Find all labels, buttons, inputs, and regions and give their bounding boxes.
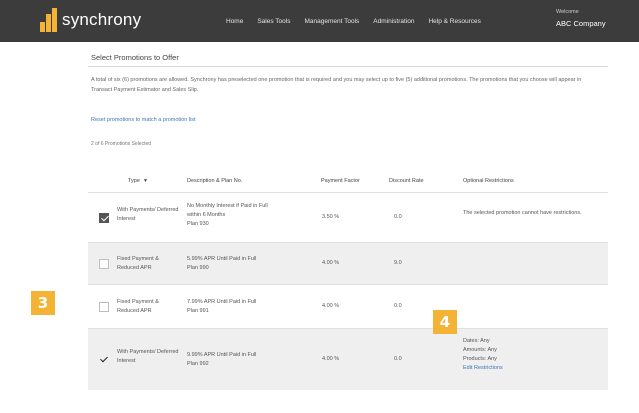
row-type: With Payments/ Deferred Interest (117, 349, 179, 364)
company-name: ABC Company (556, 19, 606, 28)
promotions-table: Type ▼ Description & Plan No. Payment Fac… (88, 170, 608, 390)
page-title: Select Promotions to Offer (91, 53, 179, 62)
nav-sales-tools[interactable]: Sales Tools (257, 18, 290, 25)
table-row: With Payments/ Deferred Interest No Mont… (88, 192, 608, 242)
row-checkbox[interactable] (99, 302, 109, 312)
table-row: With Payments/ Deferred Interest 9.99% A… (88, 328, 608, 390)
row-description: 7.99% APR Until Paid in Full Plan 991 (187, 299, 257, 314)
column-header-payment-factor: Payment Factor (321, 178, 360, 184)
nav-help-resources[interactable]: Help & Resources (428, 18, 480, 25)
row-payment-factor: 4.00 % (322, 356, 340, 362)
table-header: Type ▼ Description & Plan No. Payment Fac… (88, 170, 608, 192)
column-header-description: Description & Plan No. (187, 178, 243, 184)
account-menu[interactable]: Welcome ABC Company (556, 9, 606, 28)
row-payment-factor: 4.00 % (322, 303, 340, 309)
row-payment-factor: 3.50 % (322, 214, 340, 220)
row-type: Fixed Payment & Reduced APR (117, 256, 159, 271)
synchrony-logo[interactable]: synchrony (40, 8, 141, 32)
edit-restrictions-link[interactable]: Edit Restrictions (463, 364, 598, 373)
callout-marker-3: 3 (31, 291, 55, 315)
row-type: Fixed Payment & Reduced APR (117, 299, 159, 314)
welcome-label: Welcome (556, 9, 579, 15)
selected-count: 2 of 6 Promotions Selected (91, 141, 152, 147)
row-discount-rate: 0.0 (394, 356, 402, 362)
column-header-optional-restrictions: Optional Restrictions (463, 178, 514, 184)
row-restrictions: The selected promotion cannot have restr… (463, 210, 582, 216)
row-checkbox[interactable] (99, 213, 109, 223)
table-row: Fixed Payment & Reduced APR 7.99% APR Un… (88, 284, 608, 328)
row-discount-rate: 9.0 (394, 260, 402, 266)
callout-marker-4: 4 (433, 310, 457, 334)
nav-home[interactable]: Home (226, 18, 243, 25)
row-description: 5.99% APR Until Paid in Full Plan 990 (187, 256, 257, 271)
row-checkbox[interactable] (99, 259, 109, 269)
column-header-type[interactable]: Type ▼ (128, 178, 148, 184)
table-row: Fixed Payment & Reduced APR 5.99% APR Un… (88, 242, 608, 284)
row-type: With Payments/ Deferred Interest (117, 207, 179, 222)
row-checkbox[interactable] (99, 355, 109, 365)
synchrony-logo-mark-icon (40, 8, 58, 32)
row-restrictions: Dates: Any Amounts: Any Products: Any Ed… (463, 337, 598, 373)
brand-name: synchrony (62, 10, 142, 29)
main-nav: Home Sales Tools Management Tools Admini… (226, 18, 495, 25)
row-discount-rate: 0.0 (394, 214, 402, 220)
column-header-discount-rate: Discount Rate (389, 178, 424, 184)
intro-text: A total of six (6) promotions are allowe… (91, 77, 582, 93)
row-description: 9.99% APR Until Paid in Full Plan 992 (187, 352, 257, 367)
row-description: No Monthly Interest if Paid in Full with… (187, 203, 268, 227)
row-payment-factor: 4.00 % (322, 260, 340, 266)
reset-promotions-link[interactable]: Reset promotions to match a promotion li… (91, 117, 196, 123)
sort-down-icon: ▼ (142, 178, 148, 184)
row-discount-rate: 0.0 (394, 303, 402, 309)
divider (88, 66, 608, 67)
nav-administration[interactable]: Administration (373, 18, 414, 25)
nav-management-tools[interactable]: Management Tools (304, 18, 359, 25)
top-bar: synchrony Home Sales Tools Management To… (0, 0, 639, 42)
